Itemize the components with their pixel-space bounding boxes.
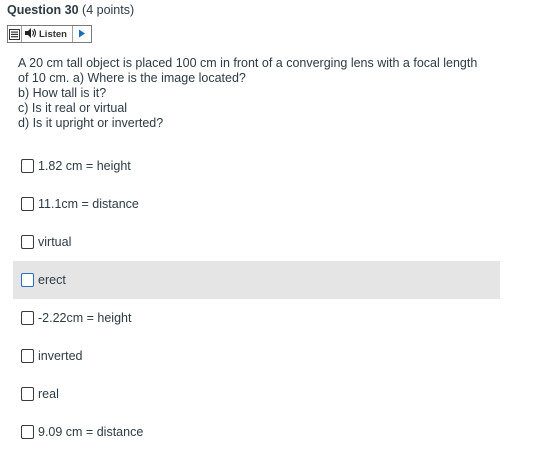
listen-button[interactable]: Listen: [22, 26, 73, 42]
answer-option-hovered[interactable]: erect: [13, 261, 500, 299]
answer-checkbox[interactable]: [21, 425, 34, 439]
answer-label: 9.09 cm = distance: [38, 425, 144, 439]
answer-label: virtual: [38, 235, 72, 249]
answer-option[interactable]: 1.82 cm = height: [13, 147, 500, 185]
answer-option[interactable]: 9.09 cm = distance: [13, 413, 500, 451]
answer-checkbox[interactable]: [21, 159, 34, 173]
question-header: Question 30 (4 points): [7, 3, 134, 17]
answer-label: erect: [38, 273, 66, 287]
question-line: of 10 cm. a) Where is the image located?: [18, 71, 246, 85]
question-line: d) Is it upright or inverted?: [18, 116, 164, 130]
listen-label: Listen: [39, 28, 67, 40]
answer-checkbox[interactable]: [21, 311, 34, 325]
answer-option[interactable]: real: [13, 375, 500, 413]
answer-option[interactable]: -2.22cm = height: [13, 299, 500, 337]
answer-option[interactable]: 11.1cm = distance: [13, 185, 500, 223]
question-line: b) How tall is it?: [18, 86, 107, 100]
answer-list: 1.82 cm = height 11.1cm = distance virtu…: [13, 147, 500, 451]
question-points: (4 points): [82, 3, 135, 17]
listen-toolbar: Listen: [7, 25, 92, 43]
answer-label: real: [38, 387, 59, 401]
answer-checkbox[interactable]: [21, 349, 34, 363]
question-body: A 20 cm tall object is placed 100 cm in …: [18, 56, 508, 131]
answer-option[interactable]: virtual: [13, 223, 500, 261]
question-line: c) Is it real or virtual: [18, 101, 128, 115]
answer-checkbox[interactable]: [21, 197, 34, 211]
answer-label: 1.82 cm = height: [38, 159, 131, 173]
quiz-question-page: Question 30 (4 points) Listen A 20 cm ta…: [0, 0, 539, 456]
answer-checkbox[interactable]: [21, 235, 34, 249]
play-icon: [78, 25, 86, 43]
answer-label: -2.22cm = height: [38, 311, 132, 325]
answer-checkbox[interactable]: [21, 387, 34, 401]
answer-checkbox[interactable]: [21, 273, 34, 287]
answer-option[interactable]: inverted: [13, 337, 500, 375]
question-line: A 20 cm tall object is placed 100 cm in …: [18, 56, 478, 70]
question-title: Question 30: [7, 3, 79, 17]
answer-label: inverted: [38, 349, 83, 363]
document-icon[interactable]: [8, 26, 22, 42]
speaker-icon: [25, 27, 37, 41]
answer-label: 11.1cm = distance: [38, 197, 139, 211]
play-button[interactable]: [73, 26, 91, 42]
